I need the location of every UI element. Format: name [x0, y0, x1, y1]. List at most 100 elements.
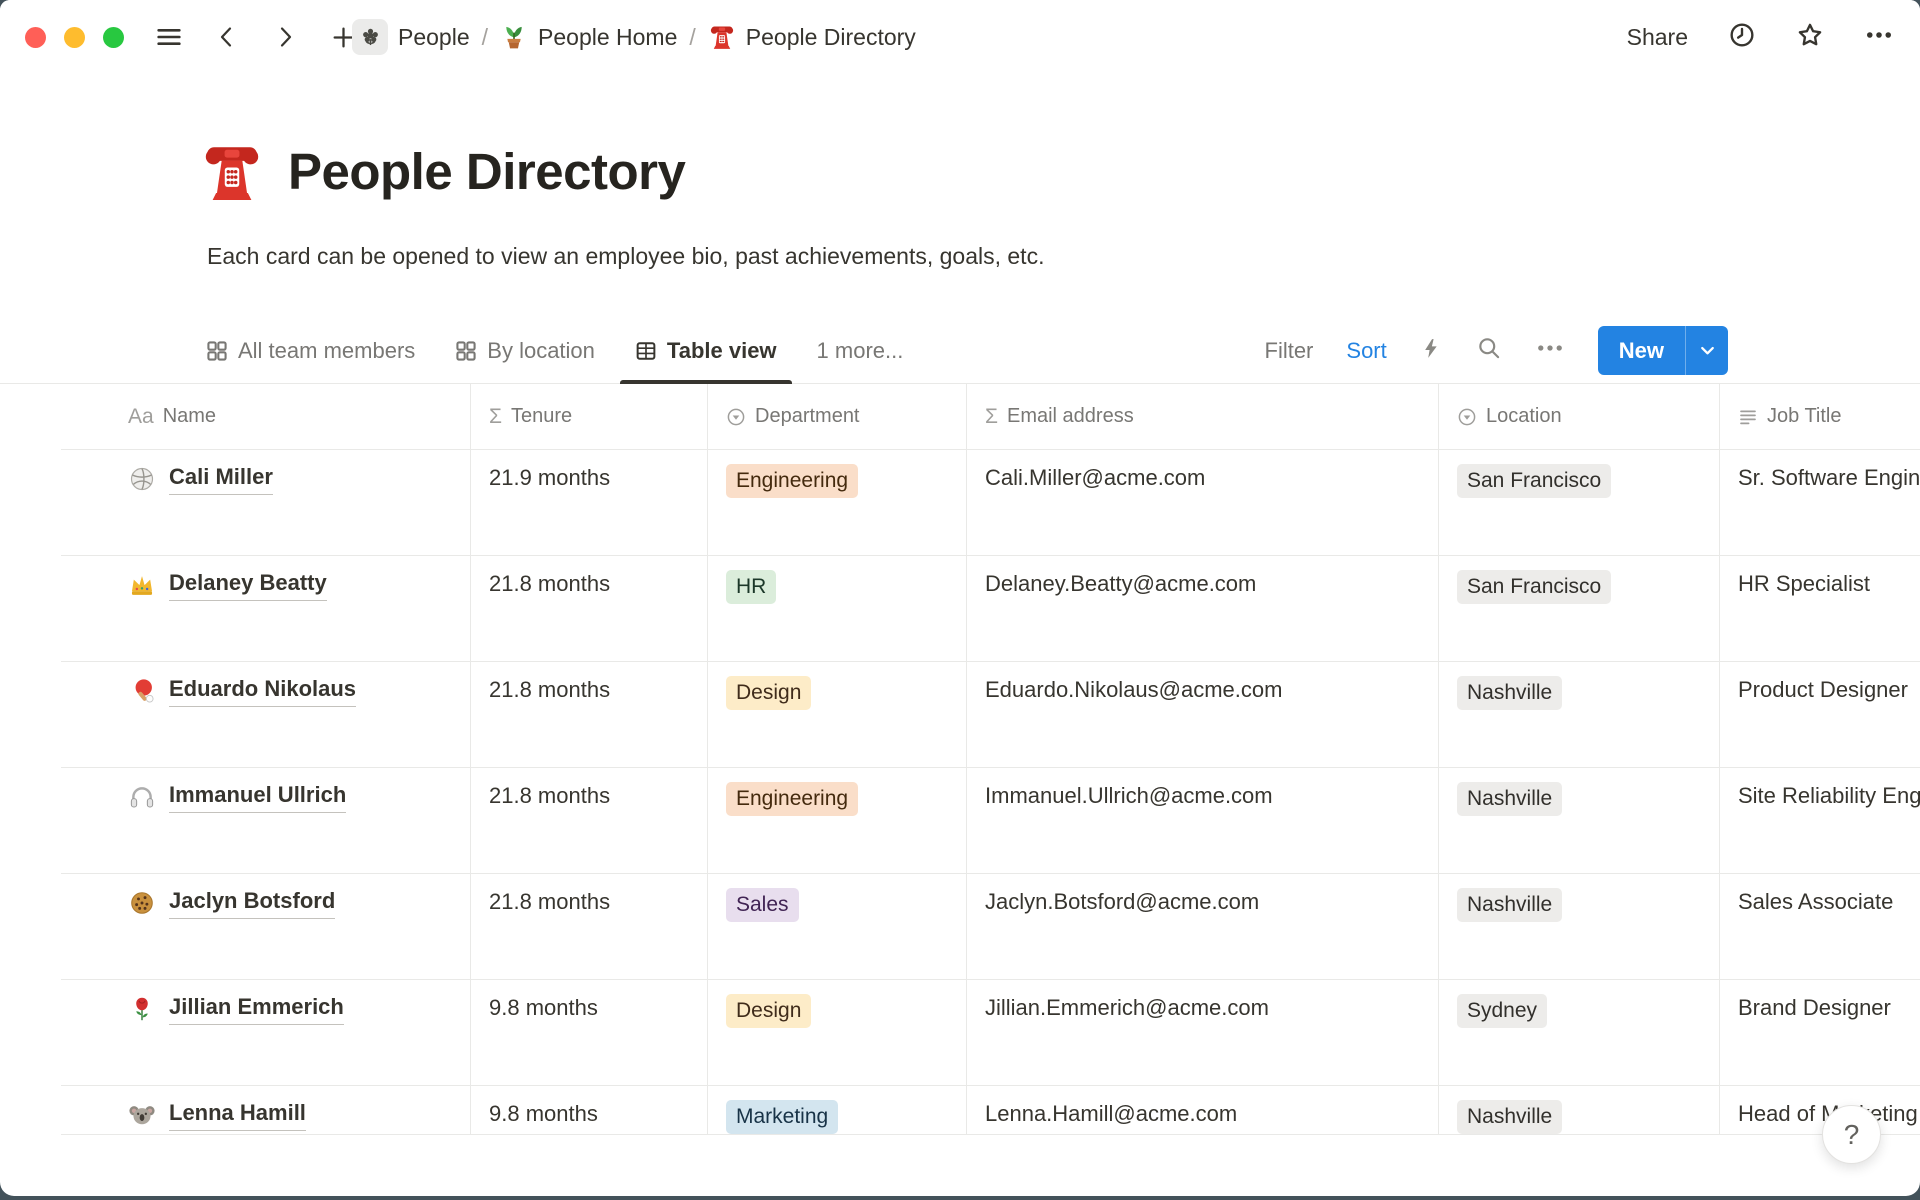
job-title-cell[interactable]: Head of Marketing [1720, 1086, 1920, 1134]
clock-icon [1728, 21, 1756, 49]
department-cell[interactable]: Engineering [708, 450, 967, 555]
sort-button[interactable]: Sort [1346, 338, 1386, 364]
location-cell[interactable]: Nashville [1439, 874, 1720, 979]
person-name-link[interactable]: Immanuel Ullrich [169, 780, 346, 813]
job-title-cell[interactable]: Sales Associate [1720, 874, 1920, 979]
sidebar-toggle-button[interactable] [152, 20, 186, 54]
view-tab-by-location[interactable]: By location [455, 318, 595, 383]
share-button[interactable]: Share [1627, 24, 1688, 51]
filter-button[interactable]: Filter [1265, 338, 1314, 364]
job-title-cell[interactable]: HR Specialist [1720, 556, 1920, 661]
table-row[interactable]: Cali Miller 21.9 months Engineering Cali… [61, 450, 1920, 556]
location-cell[interactable]: San Francisco [1439, 450, 1720, 555]
help-button[interactable]: ? [1822, 1105, 1881, 1164]
location-tag: Nashville [1457, 888, 1562, 922]
view-tab-table-view[interactable]: Table view [635, 318, 777, 383]
page-icon-red-telephone[interactable] [199, 139, 265, 205]
location-cell[interactable]: Nashville [1439, 1086, 1720, 1134]
name-cell[interactable]: Delaney Beatty [61, 556, 471, 661]
person-name-link[interactable]: Eduardo Nikolaus [169, 674, 356, 707]
new-button[interactable]: New [1598, 338, 1685, 364]
person-name-link[interactable]: Jillian Emmerich [169, 992, 344, 1025]
person-name-link[interactable]: Delaney Beatty [169, 568, 327, 601]
person-name-link[interactable]: Cali Miller [169, 462, 273, 495]
table-row[interactable]: Delaney Beatty 21.8 months HR Delaney.Be… [61, 556, 1920, 662]
minimize-window-button[interactable] [64, 27, 85, 48]
department-tag: Design [726, 676, 811, 710]
table-row[interactable]: Immanuel Ullrich 21.8 months Engineering… [61, 768, 1920, 874]
zoom-window-button[interactable] [103, 27, 124, 48]
favorite-button[interactable] [1796, 21, 1824, 54]
person-name-link[interactable]: Lenna Hamill [169, 1098, 306, 1131]
name-cell[interactable]: Cali Miller [61, 450, 471, 555]
view-options-button[interactable] [1535, 333, 1565, 368]
job-title-cell[interactable]: Site Reliability Engineer [1720, 768, 1920, 873]
person-name-link[interactable]: Jaclyn Botsford [169, 886, 335, 919]
location-tag: Sydney [1457, 994, 1547, 1028]
table-row[interactable]: Jillian Emmerich 9.8 months Design Jilli… [61, 980, 1920, 1086]
email-cell[interactable]: Jaclyn.Botsford@acme.com [967, 874, 1439, 979]
department-cell[interactable]: Marketing [708, 1086, 967, 1134]
location-cell[interactable]: Nashville [1439, 768, 1720, 873]
tenure-cell[interactable]: 21.8 months [471, 768, 708, 873]
tenure-cell[interactable]: 21.8 months [471, 662, 708, 767]
department-tag: Engineering [726, 782, 858, 816]
more-options-button[interactable] [1864, 20, 1894, 55]
job-title-cell[interactable]: Brand Designer [1720, 980, 1920, 1085]
close-window-button[interactable] [25, 27, 46, 48]
tenure-cell[interactable]: 21.8 months [471, 556, 708, 661]
row-emoji-icon [128, 886, 156, 926]
email-cell[interactable]: Cali.Miller@acme.com [967, 450, 1439, 555]
column-header-name[interactable]: Aa Name [61, 384, 471, 449]
name-cell[interactable]: Eduardo Nikolaus [61, 662, 471, 767]
department-cell[interactable]: Design [708, 662, 967, 767]
department-cell[interactable]: HR [708, 556, 967, 661]
forward-button[interactable] [268, 20, 302, 54]
location-tag: Nashville [1457, 782, 1562, 816]
column-header-department[interactable]: Department [708, 384, 967, 449]
view-tab-more[interactable]: 1 more... [817, 318, 904, 383]
tenure-cell[interactable]: 21.8 months [471, 874, 708, 979]
breadcrumb-item-people[interactable]: People [352, 19, 470, 55]
chevron-left-icon [214, 24, 240, 50]
tenure-cell[interactable]: 21.9 months [471, 450, 708, 555]
email-cell[interactable]: Delaney.Beatty@acme.com [967, 556, 1439, 661]
name-cell[interactable]: Lenna Hamill [61, 1086, 471, 1134]
column-header-job-title[interactable]: Job Title [1720, 384, 1920, 449]
tenure-cell[interactable]: 9.8 months [471, 980, 708, 1085]
location-cell[interactable]: San Francisco [1439, 556, 1720, 661]
column-header-email[interactable]: Σ Email address [967, 384, 1439, 449]
formula-property-icon: Σ [985, 405, 998, 429]
email-cell[interactable]: Eduardo.Nikolaus@acme.com [967, 662, 1439, 767]
department-cell[interactable]: Engineering [708, 768, 967, 873]
job-title-cell[interactable]: Product Designer [1720, 662, 1920, 767]
updates-button[interactable] [1728, 21, 1756, 54]
column-header-location[interactable]: Location [1439, 384, 1720, 449]
location-cell[interactable]: Sydney [1439, 980, 1720, 1085]
new-dropdown-button[interactable] [1686, 340, 1728, 361]
view-tab-all-team-members[interactable]: All team members [206, 318, 415, 383]
breadcrumb-item-people-directory[interactable]: People Directory [708, 23, 916, 51]
table-row[interactable]: Jaclyn Botsford 21.8 months Sales Jaclyn… [61, 874, 1920, 980]
department-cell[interactable]: Design [708, 980, 967, 1085]
breadcrumb-item-people-home[interactable]: People Home [500, 23, 677, 51]
department-cell[interactable]: Sales [708, 874, 967, 979]
gallery-view-icon [206, 340, 228, 362]
name-cell[interactable]: Immanuel Ullrich [61, 768, 471, 873]
location-cell[interactable]: Nashville [1439, 662, 1720, 767]
table-header-row: Aa Name Σ Tenure Department Σ Email addr… [61, 384, 1920, 450]
email-cell[interactable]: Jillian.Emmerich@acme.com [967, 980, 1439, 1085]
breadcrumb-separator: / [688, 24, 696, 51]
email-cell[interactable]: Lenna.Hamill@acme.com [967, 1086, 1439, 1134]
email-cell[interactable]: Immanuel.Ullrich@acme.com [967, 768, 1439, 873]
search-button[interactable] [1476, 335, 1502, 366]
name-cell[interactable]: Jillian Emmerich [61, 980, 471, 1085]
table-row[interactable]: Lenna Hamill 9.8 months Marketing Lenna.… [61, 1086, 1920, 1135]
back-button[interactable] [210, 20, 244, 54]
automations-button[interactable] [1420, 337, 1443, 365]
name-cell[interactable]: Jaclyn Botsford [61, 874, 471, 979]
column-header-tenure[interactable]: Σ Tenure [471, 384, 708, 449]
table-row[interactable]: Eduardo Nikolaus 21.8 months Design Edua… [61, 662, 1920, 768]
job-title-cell[interactable]: Sr. Software Engineer [1720, 450, 1920, 555]
tenure-cell[interactable]: 9.8 months [471, 1086, 708, 1134]
